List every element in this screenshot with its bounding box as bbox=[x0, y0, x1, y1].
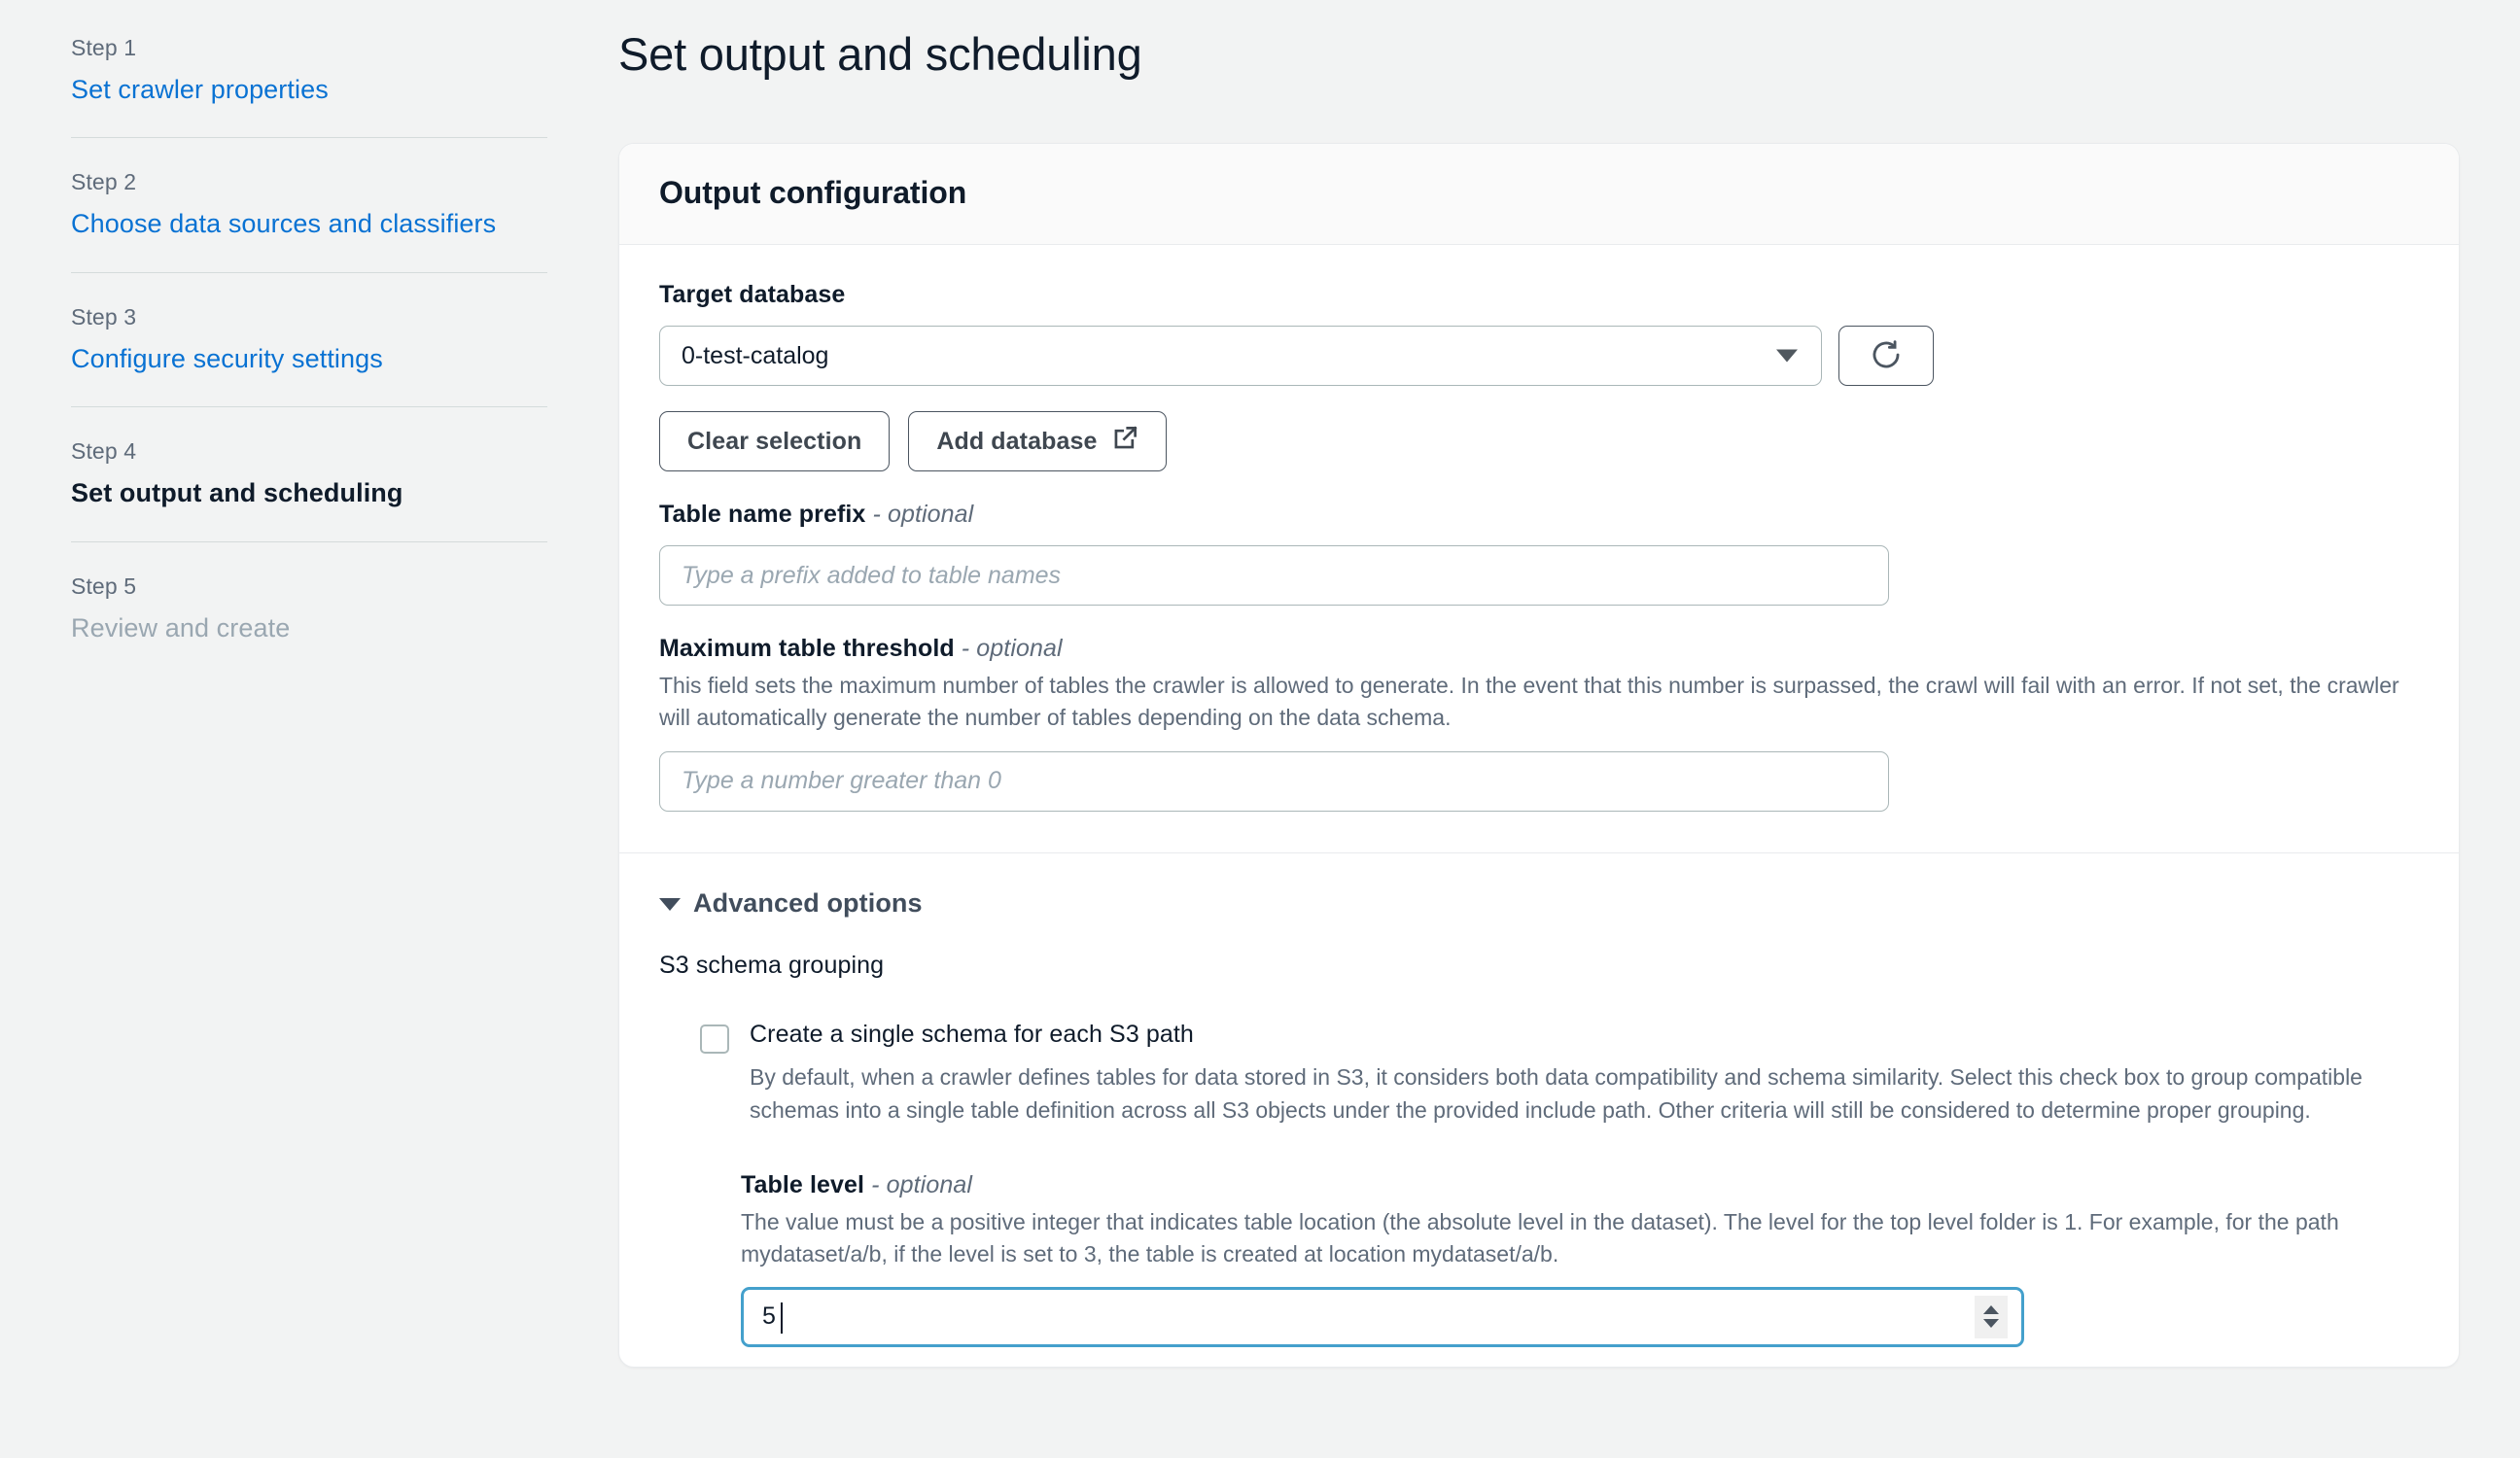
sidebar-step-5-title: Review and create bbox=[71, 612, 291, 642]
sidebar-step-2-title[interactable]: Choose data sources and classifiers bbox=[71, 205, 618, 242]
single-schema-checkbox[interactable] bbox=[700, 1024, 729, 1054]
spinner-down-icon[interactable] bbox=[1983, 1319, 1999, 1329]
sidebar-step-4[interactable]: Step 4 Set output and scheduling bbox=[0, 436, 618, 511]
sidebar-step-1-title[interactable]: Set crawler properties bbox=[71, 71, 618, 108]
table-level-field: Table level - optional The value must be… bbox=[659, 1171, 2419, 1347]
table-level-description: The value must be a positive integer tha… bbox=[741, 1208, 2339, 1267]
sidebar-step-3[interactable]: Step 3 Configure security settings bbox=[0, 302, 618, 377]
chevron-down-icon bbox=[1776, 349, 1798, 363]
wizard-steps-sidebar: Step 1 Set crawler properties Step 2 Cho… bbox=[0, 0, 618, 1458]
advanced-options-toggle[interactable]: Advanced options bbox=[659, 888, 2419, 919]
sidebar-divider-3 bbox=[71, 406, 547, 408]
table-level-input-wrapper bbox=[741, 1286, 2024, 1347]
add-database-button-label: Add database bbox=[936, 427, 1098, 455]
sidebar-step-4-number: Step 4 bbox=[71, 438, 137, 465]
s3-schema-grouping-title: S3 schema grouping bbox=[659, 951, 885, 979]
refresh-databases-button[interactable] bbox=[1838, 326, 1934, 386]
single-schema-checkbox-label[interactable]: Create a single schema for each S3 path bbox=[750, 1019, 2419, 1051]
maximum-table-threshold-label: Maximum table threshold - optional bbox=[659, 635, 1063, 662]
table-level-label: Table level - optional bbox=[741, 1170, 972, 1198]
sidebar-step-3-number: Step 3 bbox=[71, 303, 137, 330]
table-level-optional: optional bbox=[886, 1170, 972, 1198]
main-content: Set output and scheduling Output configu… bbox=[618, 0, 2520, 1458]
refresh-icon bbox=[1870, 338, 1903, 374]
maximum-table-threshold-input[interactable] bbox=[659, 750, 1889, 812]
table-name-prefix-optional: optional bbox=[887, 501, 974, 528]
target-database-select[interactable]: 0-test-catalog bbox=[659, 326, 1822, 386]
external-link-icon bbox=[1112, 425, 1138, 458]
sidebar-step-5: Step 5 Review and create bbox=[0, 572, 618, 646]
table-level-label-text: Table level bbox=[741, 1170, 865, 1198]
table-level-stepper[interactable] bbox=[1975, 1295, 2008, 1338]
maximum-table-threshold-optional: optional bbox=[976, 635, 1063, 662]
output-config-section: Target database 0-test-catalog Clear sel… bbox=[619, 245, 2459, 852]
clear-selection-button[interactable]: Clear selection bbox=[659, 411, 891, 471]
card-header-title: Output configuration bbox=[659, 175, 967, 210]
advanced-options-section: Advanced options S3 schema grouping Crea… bbox=[619, 851, 2459, 1367]
sidebar-divider-1 bbox=[71, 137, 547, 139]
page-title: Set output and scheduling bbox=[618, 28, 1142, 80]
advanced-options-label: Advanced options bbox=[693, 887, 923, 918]
sidebar-step-3-title[interactable]: Configure security settings bbox=[71, 340, 618, 377]
sidebar-step-1-number: Step 1 bbox=[71, 35, 137, 60]
spinner-up-icon[interactable] bbox=[1983, 1305, 1999, 1315]
target-database-selected-value: 0-test-catalog bbox=[682, 341, 829, 369]
card-header: Output configuration bbox=[619, 144, 2459, 245]
sidebar-step-5-number: Step 5 bbox=[71, 573, 137, 599]
wizard-page: Step 1 Set crawler properties Step 2 Cho… bbox=[0, 0, 2520, 1458]
sidebar-step-1[interactable]: Step 1 Set crawler properties bbox=[0, 33, 618, 108]
triangle-down-icon bbox=[659, 898, 681, 912]
table-name-prefix-input[interactable] bbox=[659, 545, 1889, 606]
sidebar-divider-2 bbox=[71, 271, 547, 273]
output-configuration-card: Output configuration Target database 0-t… bbox=[618, 143, 2460, 1368]
table-name-prefix-label: Table name prefix - optional bbox=[659, 501, 974, 528]
text-cursor bbox=[781, 1302, 783, 1334]
table-name-prefix-label-text: Table name prefix bbox=[659, 501, 866, 528]
single-schema-checkbox-row: Create a single schema for each S3 path … bbox=[659, 1019, 2419, 1127]
database-actions-row: Clear selection Add database bbox=[659, 411, 2419, 471]
sidebar-step-4-title: Set output and scheduling bbox=[71, 478, 403, 508]
single-schema-checkbox-description: By default, when a crawler defines table… bbox=[750, 1064, 2362, 1123]
target-database-label: Target database bbox=[659, 281, 846, 308]
maximum-table-threshold-description: This field sets the maximum number of ta… bbox=[659, 673, 2399, 731]
add-database-button[interactable]: Add database bbox=[908, 411, 1167, 471]
sidebar-step-2[interactable]: Step 2 Choose data sources and classifie… bbox=[0, 167, 618, 242]
sidebar-divider-4 bbox=[71, 540, 547, 542]
maximum-table-threshold-label-text: Maximum table threshold bbox=[659, 635, 955, 662]
table-level-input[interactable] bbox=[744, 1289, 1975, 1344]
target-database-row: 0-test-catalog bbox=[659, 326, 2419, 386]
sidebar-step-2-number: Step 2 bbox=[71, 169, 137, 195]
